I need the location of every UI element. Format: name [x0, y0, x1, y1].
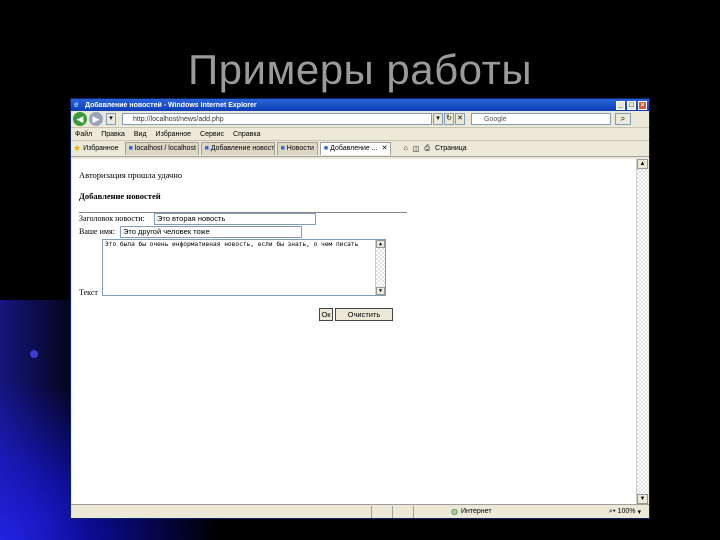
status-bar: ◍ Интернет ⌕▾ 100% ▾ — [71, 504, 649, 518]
title-label: Заголовок новости: — [79, 214, 145, 223]
favorites-label: Избранное — [83, 145, 119, 152]
window-title: Добавление новостей - Windows Internet E… — [85, 101, 257, 109]
scroll-up-icon[interactable]: ▲ — [376, 240, 385, 248]
refresh-icon[interactable]: ↻ — [444, 113, 454, 125]
browser-window: e Добавление новостей - Windows Internet… — [70, 98, 650, 519]
tab-1[interactable]: ■ localhost / localhost ... — [124, 142, 199, 155]
tab-2[interactable]: ■ Добавление новост... — [200, 142, 275, 155]
clear-button[interactable]: Очистить — [335, 308, 393, 321]
status-segment — [392, 505, 410, 518]
news-text-value: Это была бы очень информативная новость,… — [105, 241, 359, 248]
page-icon: ■ — [280, 145, 285, 152]
feeds-icon[interactable]: ◫ — [413, 145, 420, 153]
title-bar: e Добавление новостей - Windows Internet… — [71, 99, 649, 111]
close-button[interactable]: × — [638, 100, 647, 110]
news-title-field[interactable]: Это вторая новость — [154, 213, 316, 225]
zoom-dropdown-icon: ▾ — [635, 508, 641, 516]
page-icon: ■ — [204, 145, 209, 152]
text-label: Текст — [79, 288, 98, 297]
menu-bar: Файл Правка Вид Избранное Сервис Справка — [71, 128, 649, 141]
search-input[interactable]: Google — [471, 113, 611, 125]
zoom-search-icon: ⌕▾ — [608, 507, 618, 515]
status-segment — [371, 505, 389, 518]
tab-label: Новости — [286, 145, 314, 152]
address-input[interactable]: http://localhost/news/add.php — [122, 113, 432, 125]
tab-label: Добавление ... — [330, 145, 378, 152]
tab-label: Добавление новост... — [210, 145, 275, 152]
tab-bar: ★ Избранное ■ localhost / localhost ... ■… — [71, 141, 649, 157]
tab-4-active[interactable]: ■ Добавление ... ✕ — [319, 142, 392, 155]
stop-icon[interactable]: ✕ — [455, 113, 465, 125]
page-icon: ■ — [128, 145, 133, 152]
menu-edit[interactable]: Правка — [101, 131, 125, 138]
history-dropdown-icon[interactable]: ▾ — [106, 113, 116, 125]
page-menu[interactable]: Страница — [435, 145, 467, 152]
command-bar: ⌂ ◫ ⎙ Страница — [403, 145, 471, 153]
print-icon[interactable]: ⎙ — [424, 145, 430, 153]
forward-button[interactable]: ▶ — [89, 112, 103, 126]
zone-label: Интернет — [460, 508, 492, 515]
status-segment — [413, 505, 431, 518]
zoom-level: 100% — [617, 508, 636, 515]
menu-tools[interactable]: Сервис — [200, 131, 224, 138]
menu-file[interactable]: Файл — [75, 131, 92, 138]
tab-close-icon[interactable]: ✕ — [382, 143, 388, 155]
scroll-up-icon[interactable]: ▲ — [637, 159, 648, 169]
address-dropdown-icon[interactable]: ▾ — [433, 113, 443, 125]
ie-logo-icon: e — [74, 100, 79, 109]
minimize-button[interactable]: _ — [616, 100, 625, 110]
address-toolbar: ◀ ▶ ▾ http://localhost/news/add.php ▾ ↻ … — [71, 111, 649, 128]
news-text-area[interactable]: Это была бы очень информативная новость,… — [102, 239, 386, 296]
back-button[interactable]: ◀ — [73, 112, 87, 126]
globe-icon: ◍ — [451, 507, 458, 516]
name-label: Ваше имя: — [79, 227, 115, 236]
ok-button[interactable]: Ок — [319, 308, 333, 321]
page-scrollbar[interactable]: ▲ ▼ — [636, 159, 648, 504]
home-icon[interactable]: ⌂ — [403, 145, 407, 152]
author-name-field[interactable]: Это другой человек тоже — [120, 226, 302, 238]
favorites-button[interactable]: ★ Избранное — [73, 143, 119, 154]
security-zone: ◍ Интернет — [451, 507, 492, 516]
slide-title: Примеры работы — [187, 46, 533, 93]
scroll-down-icon[interactable]: ▼ — [376, 287, 385, 295]
maximize-button[interactable]: □ — [627, 100, 636, 110]
page-content: Авторизация прошла удачно Добавление нов… — [72, 159, 637, 504]
zoom-control[interactable]: ⌕▾ 100% ▾ — [609, 508, 641, 516]
tab-3[interactable]: ■ Новости — [276, 142, 318, 155]
textarea-scrollbar[interactable]: ▲ ▼ — [375, 240, 385, 295]
menu-view[interactable]: Вид — [134, 131, 147, 138]
tab-label: localhost / localhost ... — [134, 145, 199, 152]
menu-help[interactable]: Справка — [233, 131, 260, 138]
menu-favorites[interactable]: Избранное — [156, 131, 191, 138]
scroll-down-icon[interactable]: ▼ — [637, 494, 648, 504]
section-title: Добавление новостей — [79, 191, 161, 201]
auth-message: Авторизация прошла удачно — [79, 170, 183, 180]
slide-bullet-dot — [30, 350, 38, 358]
search-icon[interactable]: ⌕ — [615, 113, 631, 125]
page-icon: ■ — [323, 145, 329, 152]
star-icon: ★ — [73, 143, 82, 153]
